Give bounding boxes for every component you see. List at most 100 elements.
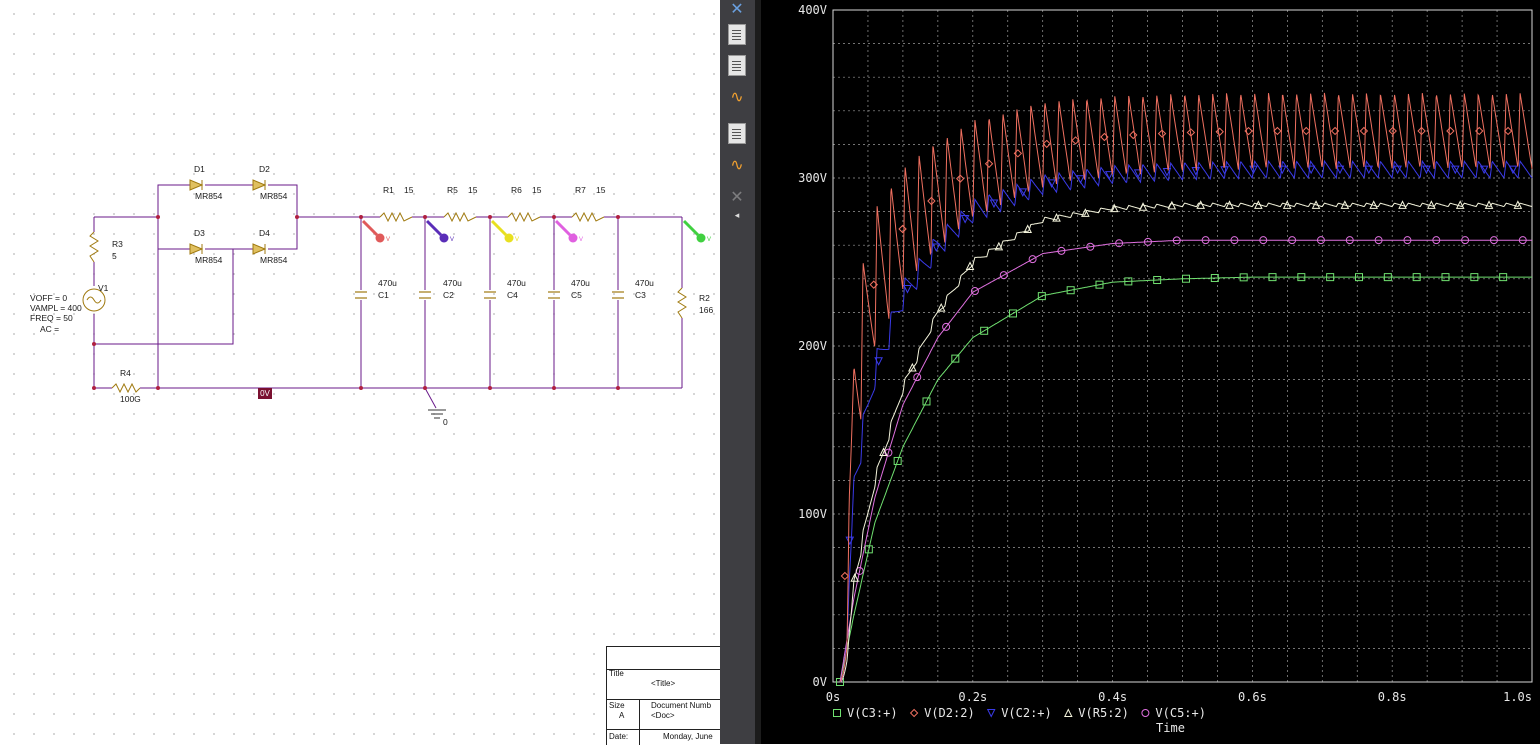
diode-D2-model: MR854: [260, 191, 288, 201]
legend-entry[interactable]: V(C2:+): [986, 706, 1052, 720]
series-marker: [833, 709, 841, 717]
waveform-doc-icon[interactable]: [725, 53, 749, 77]
docnum-caption: Document Numb: [651, 701, 712, 710]
series-marker: [986, 709, 996, 718]
diode-D3-ref: D3: [194, 228, 205, 238]
y-tick-label: 400V: [798, 3, 827, 17]
diode-D4-symbol: [252, 243, 267, 255]
diode-D4-model: MR854: [260, 255, 288, 265]
voltage-probe-marker[interactable]: V: [682, 219, 711, 243]
voltage-probe-label: V: [450, 237, 454, 243]
capacitor-C5-ref: C5: [571, 290, 582, 300]
source-param-voff: VOFF = 0: [30, 293, 67, 303]
waveform-search-icon[interactable]: ∿: [725, 84, 749, 108]
series-line: [839, 276, 1532, 683]
series-marker: [909, 708, 919, 718]
capacitor-C2-value: 470u: [443, 278, 462, 288]
series-V(C3:+): [835, 273, 1532, 686]
series-marker: [1446, 126, 1455, 136]
title-caption: Title: [609, 669, 624, 678]
resistor-R6-value: 15: [532, 185, 542, 195]
source-param-ac: AC =: [40, 324, 59, 334]
resistor-R7-value: 15: [596, 185, 606, 195]
series-V(R5:2): [839, 200, 1533, 683]
schematic-canvas[interactable]: VVVVV R3 5 R4 100G R1 15 R5 15 R6 15 R7 …: [0, 0, 721, 745]
capacitor-C1-ref: C1: [378, 290, 389, 300]
y-tick-label: 0V: [813, 675, 827, 689]
voltage-probe-marker[interactable]: V: [554, 219, 583, 243]
docnum-value: <Doc>: [651, 711, 675, 720]
resistor-R5-value: 15: [468, 185, 478, 195]
legend-entry[interactable]: V(C3:+): [833, 706, 898, 720]
waveform-marker-icon[interactable]: ∿: [725, 152, 749, 176]
capacitor-C3-value: 470u: [635, 278, 654, 288]
ground-label: 0: [443, 417, 448, 427]
collapse-arrow-icon[interactable]: ◂: [725, 204, 749, 228]
y-tick-label: 100V: [798, 507, 827, 521]
resistor-R3-ref: R3: [112, 239, 123, 249]
title-block: Title <Title> Size A Document Numb <Doc>…: [606, 646, 721, 745]
voltage-probe-marker[interactable]: V: [490, 219, 519, 243]
resistor-R2-value: 166: [699, 305, 713, 315]
voltage-probe-label: V: [515, 237, 519, 243]
window-cascade-icon[interactable]: [725, 121, 749, 145]
series-marker: [1129, 130, 1138, 140]
probe-plot-window[interactable]: 0V 100V 200V 300V 400V 0s 0.2s 0.4s 0.6s 0.8s 1.0s…: [755, 0, 1540, 744]
resistor-R5-symbol: [443, 211, 477, 223]
size-value: A: [619, 711, 625, 720]
x-axis-label: Time: [1156, 721, 1185, 735]
source-param-vampl: VAMPL = 400: [30, 303, 82, 313]
diode-D4-ref: D4: [259, 228, 270, 238]
voltage-probe-marker[interactable]: V: [425, 219, 454, 243]
x-tick-label: 0.2s: [958, 690, 987, 704]
diode-D2-symbol: [252, 179, 267, 191]
schematic-drawing[interactable]: VVVVV R3 5 R4 100G R1 15 R5 15 R6 15 R7 …: [0, 0, 720, 744]
x-tick-label: 0s: [826, 690, 840, 704]
voltage-probe-label: V: [579, 237, 583, 243]
legend-entry[interactable]: V(R5:2): [1063, 706, 1129, 720]
date-caption: Date:: [609, 732, 629, 741]
series-marker: [1364, 165, 1374, 175]
diode-D1-model: MR854: [195, 191, 223, 201]
source-V1-ref: V1: [98, 283, 109, 293]
diode-D3-symbol: [189, 243, 204, 255]
series-marker: [1513, 200, 1523, 209]
series-marker: [1047, 179, 1056, 189]
x-tick-label: 0.8s: [1378, 690, 1407, 704]
voltage-probe-label: V: [386, 237, 390, 243]
legend-entry[interactable]: V(D2:2): [909, 706, 975, 720]
series-V(C5:+): [839, 236, 1532, 683]
series-marker: [931, 243, 941, 253]
series-marker: [1109, 203, 1119, 213]
legend-label: V(D2:2): [924, 706, 975, 720]
resistor-R3-value: 5: [112, 251, 117, 261]
legend-label: V(R5:2): [1078, 706, 1129, 720]
legend-entry[interactable]: V(C5:+): [1141, 706, 1206, 720]
waveform-plot[interactable]: 0V 100V 200V 300V 400V 0s 0.2s 0.4s 0.6s 0.8s 1.0s…: [761, 0, 1540, 744]
resistor-R1-value: 15: [404, 185, 414, 195]
series-marker: [1508, 165, 1518, 175]
y-tick-label: 300V: [798, 171, 827, 185]
resistor-R1-symbol: [379, 211, 413, 223]
series-marker: [1302, 126, 1311, 136]
series-marker: [1359, 126, 1369, 136]
series-line: [839, 159, 1533, 683]
series-marker: [960, 214, 970, 224]
node-voltage-badge[interactable]: 0V: [258, 388, 272, 399]
probe-toolbar: ✕ ∿ ∿ ✕ ◂: [720, 0, 755, 744]
series-marker: [1063, 708, 1073, 717]
resistor-R2-ref: R2: [699, 293, 710, 303]
legend-label: V(C5:+): [1155, 706, 1206, 720]
title-value: <Title>: [651, 679, 676, 688]
capacitor-C4-value: 470u: [507, 278, 526, 288]
pin-icon[interactable]: ✕: [725, 0, 749, 20]
voltage-probe-marker[interactable]: V: [361, 219, 390, 243]
series-marker: [1138, 202, 1148, 211]
diode-D1-ref: D1: [194, 164, 205, 174]
junction-dots: [92, 215, 620, 390]
voltage-probes: VVVVV: [361, 219, 711, 243]
pspice-sim-profile-icon[interactable]: [725, 22, 749, 46]
resistor-R2-symbol: [677, 287, 687, 319]
capacitor-C2-ref: C2: [443, 290, 454, 300]
legend-label: V(C3:+): [847, 706, 898, 720]
